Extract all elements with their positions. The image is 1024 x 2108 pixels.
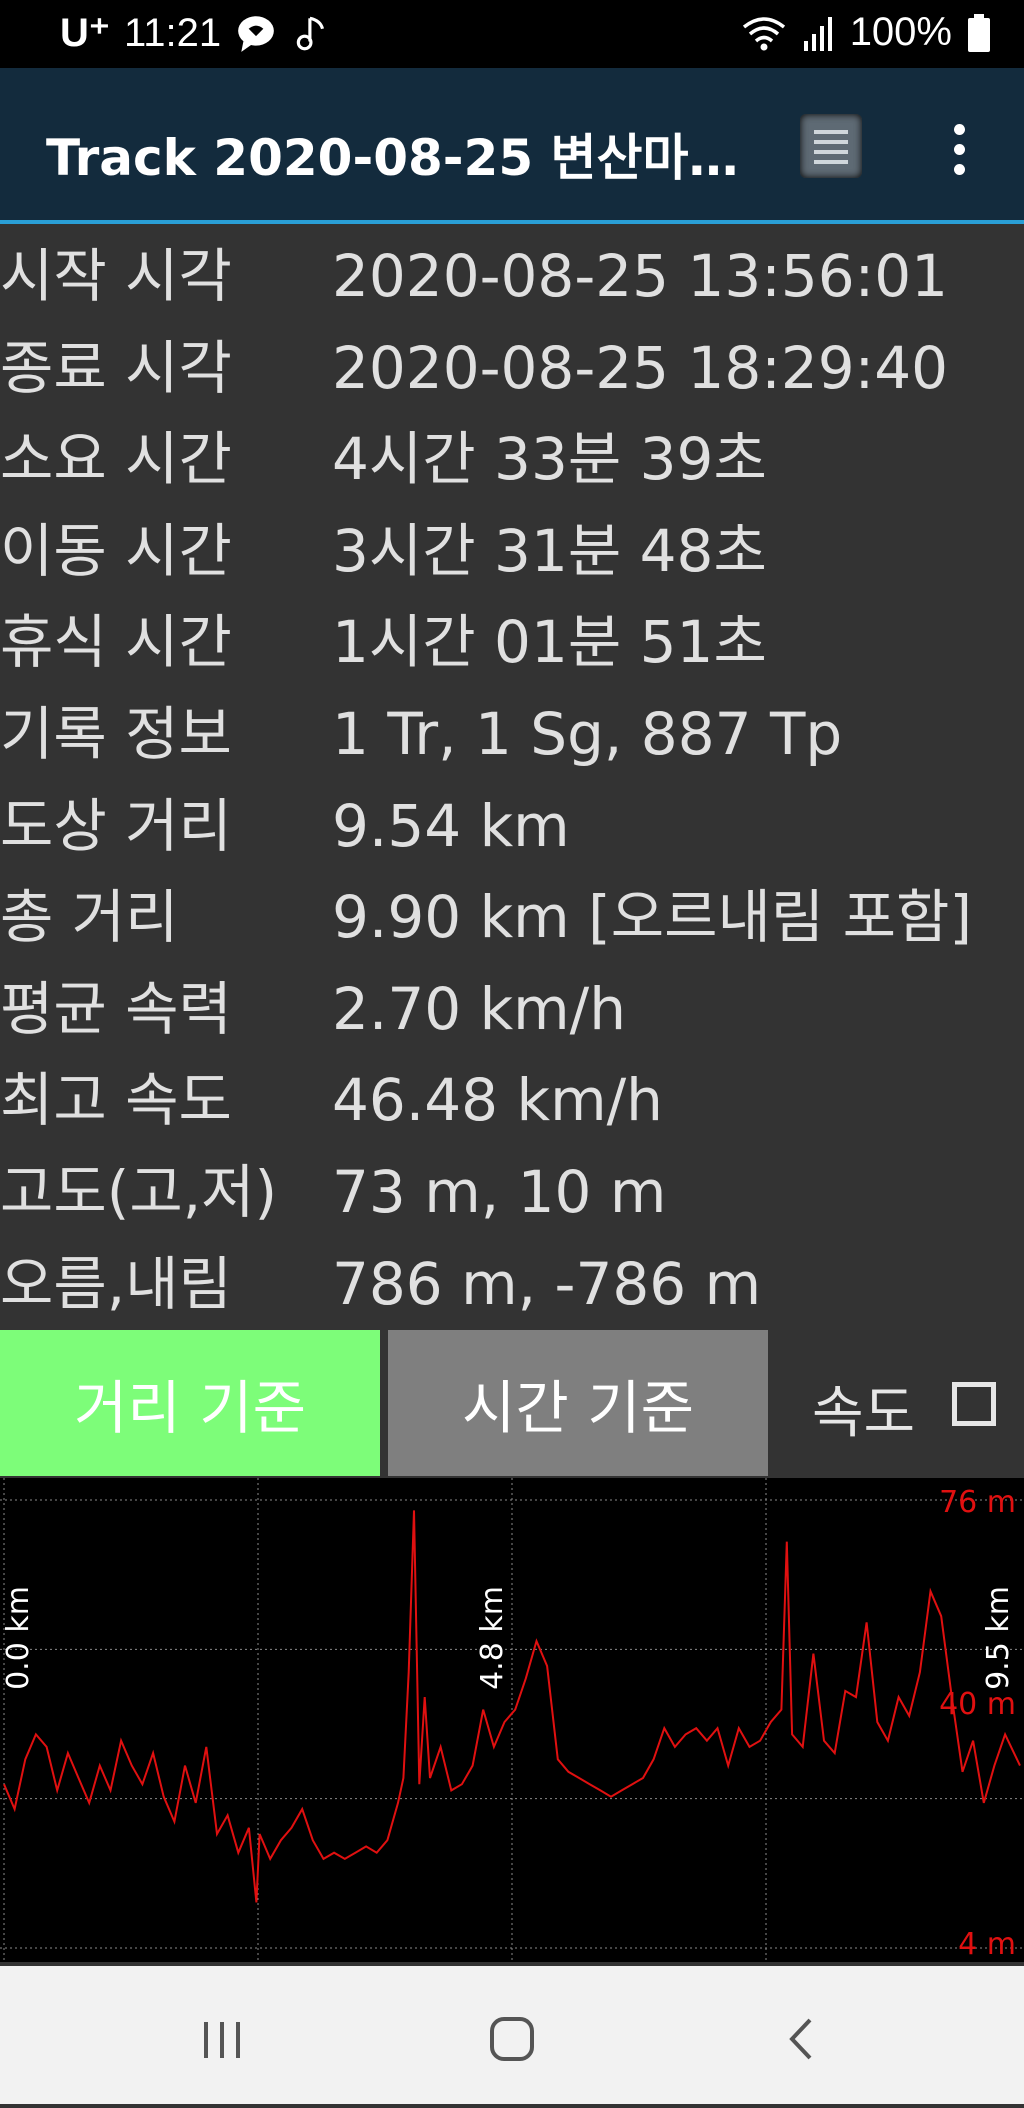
info-value: 3시간 31분 48초 (332, 516, 767, 585)
info-row: 이동 시간 3시간 31분 48초 (0, 511, 1024, 603)
info-label: 최고 속도 (0, 1066, 232, 1135)
home-icon (490, 2017, 534, 2061)
info-value: 2020-08-25 13:56:01 (332, 242, 948, 310)
chart-mode-tabs: 거리 기준 시간 기준 속도 (0, 1330, 1024, 1476)
info-row: 오름,내림 786 m, -786 m (0, 1244, 1024, 1336)
battery-percent: 100% (849, 10, 952, 54)
tab-distance[interactable]: 거리 기준 (0, 1330, 380, 1476)
info-row: 총 거리 9.90 km [오르내림 포함] (0, 877, 1024, 969)
clock: 11:21 (124, 10, 222, 55)
info-label: 이동 시간 (0, 516, 232, 585)
info-label: 오름,내림 (0, 1249, 232, 1318)
recents-button[interactable] (124, 1966, 324, 2104)
chat-icon (238, 16, 274, 52)
music-note-icon (296, 16, 325, 51)
info-value: 2020-08-25 18:29:40 (332, 333, 948, 402)
info-label: 고도(고,저) (0, 1157, 278, 1226)
info-label: 기록 정보 (0, 699, 232, 768)
info-label: 도상 거리 (0, 791, 232, 860)
tab-time[interactable]: 시간 기준 (388, 1330, 768, 1476)
speed-checkbox[interactable] (952, 1382, 996, 1426)
home-button[interactable] (412, 1966, 612, 2104)
info-value: 9.54 km (332, 791, 570, 860)
x-tick-label: 4.8 km (475, 1586, 510, 1690)
speed-label: 속도 (812, 1381, 916, 1446)
info-row: 기록 정보 1 Tr, 1 Sg, 887 Tp (0, 694, 1024, 786)
wifi-icon (742, 16, 785, 50)
track-info: 시작 시각 2020-08-25 13:56:01 종료 시각 2020-08-25 … (0, 236, 1024, 1335)
carrier-label: U⁺ (60, 11, 110, 55)
info-label: 총 거리 (0, 883, 179, 952)
signal-icon (803, 16, 832, 51)
info-value: 73 m, 10 m (332, 1157, 667, 1226)
info-row: 시작 시각 2020-08-25 13:56:01 (0, 236, 1024, 328)
info-value: 1시간 01분 51초 (332, 608, 767, 677)
info-value: 2.70 km/h (332, 974, 626, 1043)
elevation-chart-svg: 0.0 km 4.8 km 9.5 km 76 m 40 m 4 m (0, 1478, 1024, 1962)
battery-icon (968, 13, 990, 52)
info-row: 휴식 시간 1시간 01분 51초 (0, 602, 1024, 694)
info-value: 9.90 km [오르내림 포함] (332, 883, 972, 952)
info-row: 도상 거리 9.54 km (0, 786, 1024, 878)
page-title: Track 2020-08-25 변산마실… (46, 129, 766, 187)
recents-icon (204, 2022, 240, 2058)
overflow-menu-icon[interactable] (940, 122, 980, 178)
info-value: 4시간 33분 39초 (332, 425, 767, 494)
y-tick-label: 4 m (958, 1927, 1016, 1962)
app-bar: Track 2020-08-25 변산마실… (0, 68, 1024, 224)
info-value: 1 Tr, 1 Sg, 887 Tp (332, 699, 843, 768)
info-label: 시작 시각 (0, 242, 232, 310)
info-label: 소요 시간 (0, 425, 232, 494)
back-icon (789, 2018, 812, 2060)
back-button[interactable] (700, 1966, 900, 2104)
elevation-chart: 0.0 km 4.8 km 9.5 km 76 m 40 m 4 m (0, 1478, 1024, 1962)
info-value: 46.48 km/h (332, 1066, 663, 1135)
info-row: 소요 시간 4시간 33분 39초 (0, 419, 1024, 511)
info-row: 고도(고,저) 73 m, 10 m (0, 1152, 1024, 1244)
info-label: 종료 시각 (0, 333, 232, 402)
info-row: 최고 속도 46.48 km/h (0, 1060, 1024, 1152)
x-tick-label: 0.0 km (1, 1586, 36, 1690)
info-value: 786 m, -786 m (332, 1249, 762, 1318)
list-icon[interactable] (800, 114, 862, 178)
x-tick-label: 9.5 km (981, 1586, 1016, 1690)
status-bar: U⁺ 11:21 100% (0, 0, 1024, 68)
y-tick-label: 76 m (939, 1485, 1016, 1520)
info-label: 휴식 시간 (0, 608, 232, 677)
nav-bar (0, 1966, 1024, 2104)
y-tick-label: 40 m (939, 1687, 1016, 1722)
info-row: 평균 속력 2.70 km/h (0, 969, 1024, 1061)
info-row: 종료 시각 2020-08-25 18:29:40 (0, 328, 1024, 420)
info-label: 평균 속력 (0, 974, 232, 1043)
